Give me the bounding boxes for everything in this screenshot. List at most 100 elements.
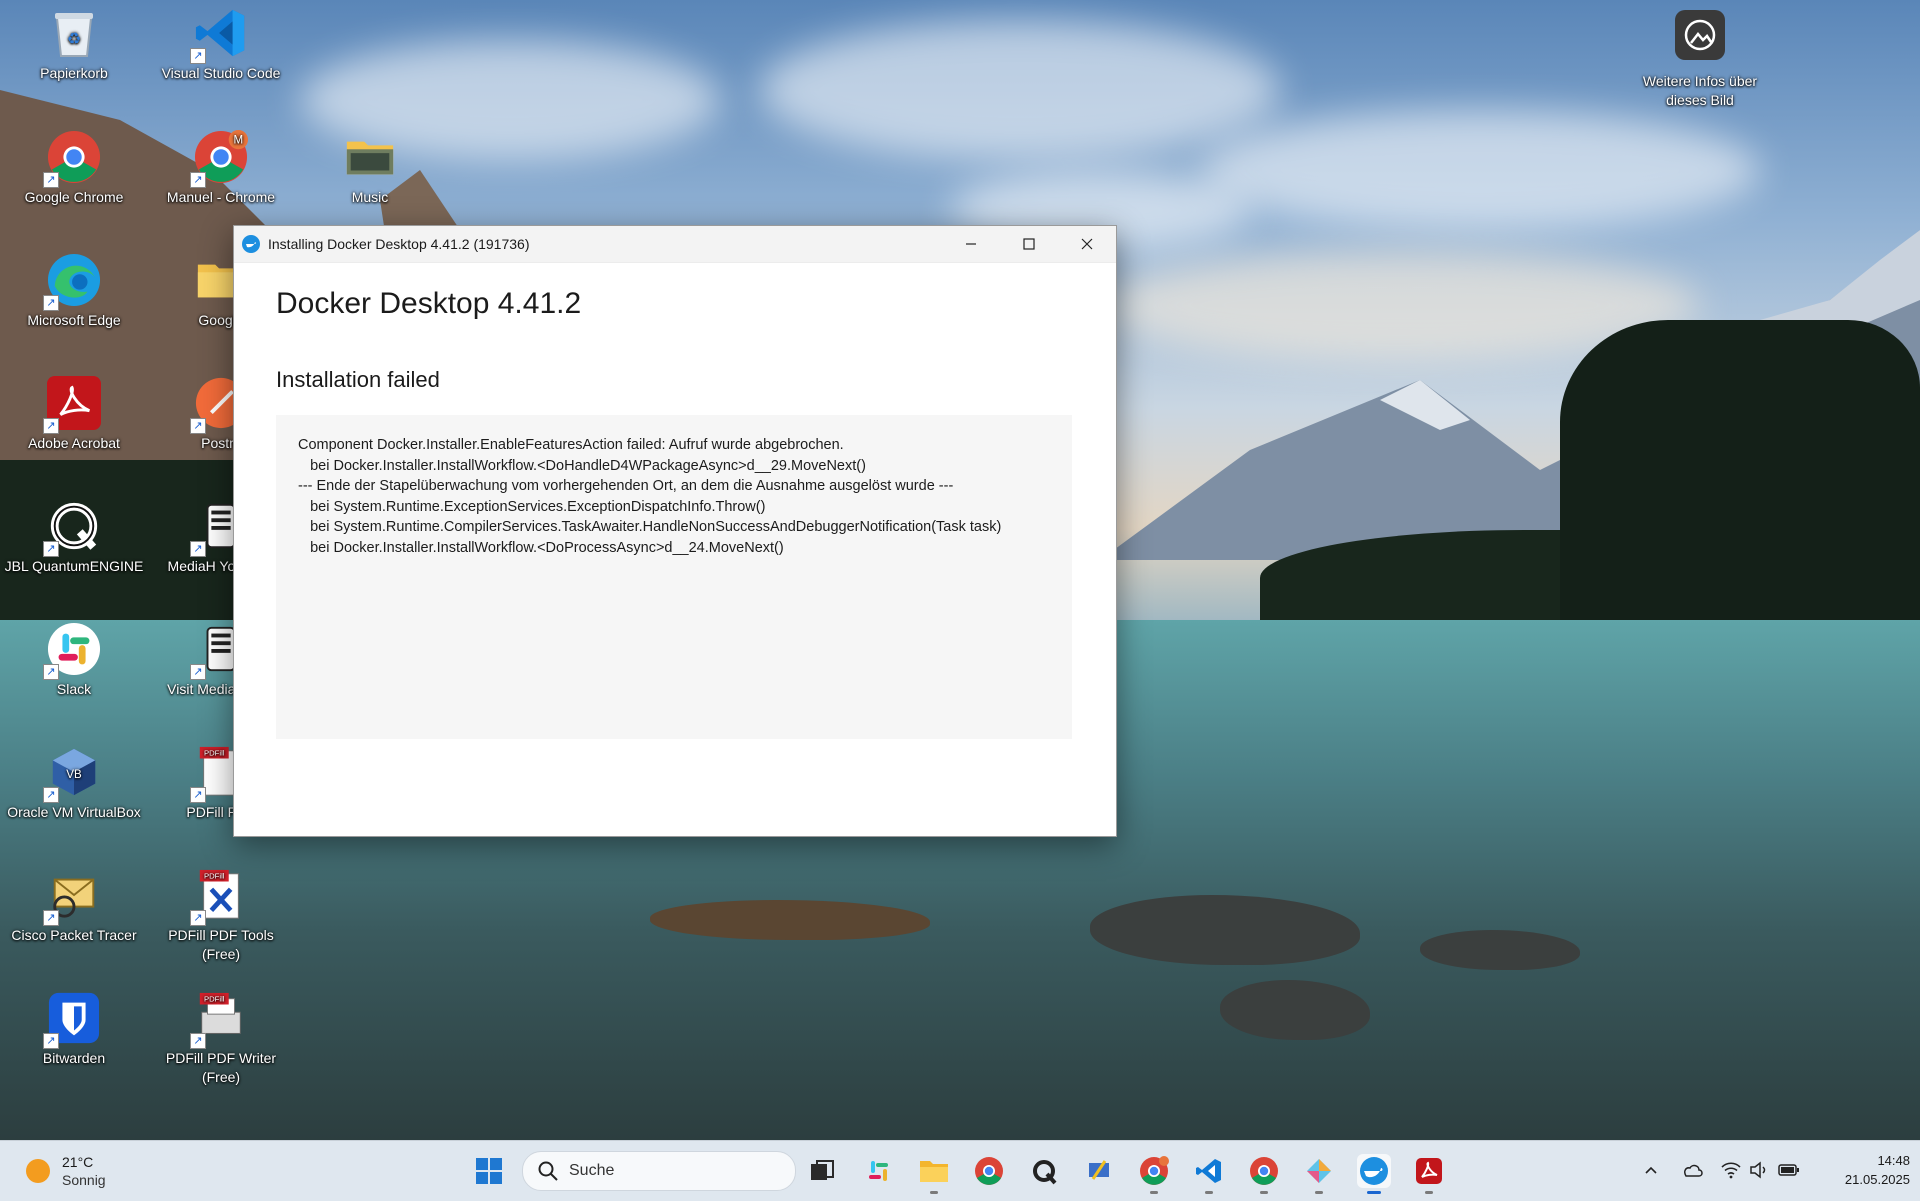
desktop-icon-microsoft-edge[interactable]: ↗ Microsoft Edge bbox=[4, 253, 144, 330]
error-line: --- Ende der Stapelüberwachung vom vorhe… bbox=[298, 478, 954, 494]
desktop-icon-label: Microsoft Edge bbox=[27, 312, 121, 328]
minimize-button[interactable] bbox=[942, 226, 1000, 262]
chrome-icon: ↗ bbox=[43, 130, 101, 188]
window-titlebar[interactable]: Installing Docker Desktop 4.41.2 (191736… bbox=[234, 226, 1116, 263]
jbl-quantum-icon: ↗ bbox=[43, 499, 101, 557]
recycle-bin-icon: ♻ bbox=[47, 6, 101, 60]
desktop-icon-label: PDFill PDF Tools (Free) bbox=[168, 927, 274, 962]
taskbar-packet-tracer[interactable] bbox=[1082, 1154, 1116, 1188]
desktop-icon-cisco-packet-tracer[interactable]: ↗ Cisco Packet Tracer bbox=[4, 868, 144, 945]
pdfill-tools-icon: PDFill ↗ bbox=[190, 868, 248, 926]
volume-icon[interactable] bbox=[1748, 1159, 1770, 1181]
desktop-icon-visual-studio-code[interactable]: ↗ Visual Studio Code bbox=[151, 6, 291, 83]
desktop-icon-label: JBL QuantumENGINE bbox=[4, 558, 144, 574]
chrome-profile-icon: M ↗ bbox=[190, 130, 248, 188]
packet-tracer-icon: ↗ bbox=[43, 868, 101, 926]
svg-text:PDFill: PDFill bbox=[204, 995, 225, 1004]
taskbar-vscode[interactable] bbox=[1192, 1154, 1226, 1194]
search-icon bbox=[538, 1161, 558, 1181]
weather-widget[interactable]: 21°C Sonnig bbox=[26, 1153, 106, 1189]
desktop-icon-label: Bitwarden bbox=[42, 1050, 106, 1066]
desktop-icon-label: Music bbox=[351, 189, 389, 205]
svg-text:PDFill: PDFill bbox=[204, 872, 225, 881]
desktop-icon-oracle-vm-virtualbox[interactable]: VB ↗ Oracle VM VirtualBox bbox=[4, 745, 144, 822]
chrome-icon bbox=[1250, 1157, 1278, 1185]
desktop-icon-label: Manuel - Chrome bbox=[166, 189, 276, 205]
chrome-profile-icon bbox=[1140, 1156, 1169, 1185]
svg-text:VB: VB bbox=[66, 769, 82, 781]
camera-info-icon bbox=[1675, 10, 1725, 60]
desktop-icon-papierkorb[interactable]: ♻ Papierkorb bbox=[4, 6, 144, 83]
virtualbox-icon: VB ↗ bbox=[43, 745, 101, 803]
windows-logo-icon bbox=[476, 1158, 502, 1184]
clock-time: 14:48 bbox=[1877, 1153, 1910, 1168]
taskbar-jbl-quantum[interactable] bbox=[1027, 1154, 1061, 1188]
onedrive-cloud-icon[interactable] bbox=[1681, 1159, 1703, 1181]
product-heading: Docker Desktop 4.41.2 bbox=[276, 287, 582, 320]
sun-icon bbox=[26, 1159, 50, 1183]
desktop-icon-label: Slack bbox=[56, 681, 92, 697]
wifi-icon[interactable] bbox=[1720, 1159, 1742, 1181]
desktop-icon-bitwarden[interactable]: ↗ Bitwarden bbox=[4, 991, 144, 1068]
error-details-box[interactable]: Component Docker.Installer.EnableFeature… bbox=[276, 415, 1072, 739]
taskbar-chrome-2[interactable] bbox=[1247, 1154, 1281, 1194]
taskbar-docker-installer[interactable] bbox=[1357, 1154, 1391, 1194]
docker-installer-window: Installing Docker Desktop 4.41.2 (191736… bbox=[233, 225, 1117, 837]
desktop-icon-label: Google Chrome bbox=[24, 189, 124, 205]
docker-icon bbox=[1360, 1157, 1388, 1185]
taskbar-slack[interactable] bbox=[862, 1154, 896, 1188]
error-line: Component Docker.Installer.EnableFeature… bbox=[298, 437, 844, 453]
desktop-icon-label: Papierkorb bbox=[40, 65, 108, 81]
svg-text:PDFill: PDFill bbox=[204, 749, 225, 758]
svg-text:M: M bbox=[234, 135, 244, 147]
error-line: bei System.Runtime.CompilerServices.Task… bbox=[298, 519, 1002, 535]
taskbar-clock[interactable]: 14:48 21.05.2025 bbox=[1845, 1151, 1910, 1189]
status-heading: Installation failed bbox=[276, 367, 440, 392]
desktop-icon-adobe-acrobat[interactable]: ↗ Adobe Acrobat bbox=[4, 376, 144, 453]
maximize-button[interactable] bbox=[1000, 226, 1058, 262]
start-button[interactable] bbox=[472, 1154, 506, 1188]
desktop-icon-pdfill-pdf-writer[interactable]: PDFill ↗ PDFill PDF Writer (Free) bbox=[151, 991, 291, 1087]
acrobat-icon: ↗ bbox=[43, 376, 101, 434]
tray-overflow-chevron-icon[interactable] bbox=[1640, 1159, 1662, 1181]
weather-description: Sonnig bbox=[62, 1172, 106, 1188]
taskbar-adobe-acrobat[interactable] bbox=[1412, 1154, 1446, 1194]
taskbar-chrome[interactable] bbox=[972, 1154, 1006, 1188]
svg-text:♻: ♻ bbox=[67, 31, 81, 48]
desktop-icon-label: PDFill PDF Writer (Free) bbox=[165, 1050, 277, 1085]
battery-icon[interactable] bbox=[1778, 1159, 1800, 1181]
search-placeholder: Suche bbox=[569, 1162, 615, 1179]
window-title: Installing Docker Desktop 4.41.2 (191736… bbox=[268, 236, 530, 252]
diamond-app-icon bbox=[1307, 1159, 1331, 1183]
vscode-icon: ↗ bbox=[190, 6, 248, 64]
docker-icon bbox=[242, 235, 260, 253]
desktop-icon-music[interactable]: Music bbox=[300, 130, 440, 207]
desktop-icon-google-chrome[interactable]: ↗ Google Chrome bbox=[4, 130, 144, 207]
spotlight-info[interactable]: Weitere Infos über dieses Bild bbox=[1630, 10, 1770, 110]
task-view-icon bbox=[811, 1160, 834, 1180]
taskbar-file-explorer[interactable] bbox=[917, 1154, 951, 1194]
jbl-quantum-icon bbox=[1033, 1160, 1057, 1185]
desktop-icon-slack[interactable]: ↗ Slack bbox=[4, 622, 144, 699]
desktop-icon-pdfill-pdf-tools[interactable]: PDFill ↗ PDFill PDF Tools (Free) bbox=[151, 868, 291, 964]
desktop-icon-manuel-chrome[interactable]: M ↗ Manuel - Chrome bbox=[151, 130, 291, 207]
folder-icon bbox=[343, 130, 397, 184]
error-line: bei Docker.Installer.InstallWorkflow.<Do… bbox=[298, 457, 866, 474]
slack-icon bbox=[869, 1161, 888, 1181]
error-line: bei System.Runtime.ExceptionServices.Exc… bbox=[298, 498, 766, 515]
task-view-button[interactable] bbox=[805, 1154, 839, 1188]
slack-icon: ↗ bbox=[43, 622, 101, 680]
acrobat-icon bbox=[1416, 1158, 1442, 1184]
close-button[interactable] bbox=[1058, 226, 1116, 262]
taskbar: 21°C Sonnig Suche 14:48 21.05.2025 bbox=[0, 1140, 1920, 1201]
desktop-icon-label: Adobe Acrobat bbox=[28, 435, 120, 451]
desktop-icon-label: Cisco Packet Tracer bbox=[11, 927, 137, 943]
taskbar-app-diamond[interactable] bbox=[1302, 1154, 1336, 1194]
clock-date: 21.05.2025 bbox=[1844, 1172, 1910, 1187]
folder-icon bbox=[920, 1161, 948, 1182]
desktop-icon-jbl-quantumengine[interactable]: ↗ JBL QuantumENGINE bbox=[4, 499, 144, 576]
bitwarden-icon: ↗ bbox=[43, 991, 101, 1049]
taskbar-chrome-profile[interactable] bbox=[1137, 1154, 1171, 1194]
pdfill-writer-icon: PDFill ↗ bbox=[190, 991, 248, 1049]
taskbar-search[interactable]: Suche bbox=[522, 1151, 796, 1191]
